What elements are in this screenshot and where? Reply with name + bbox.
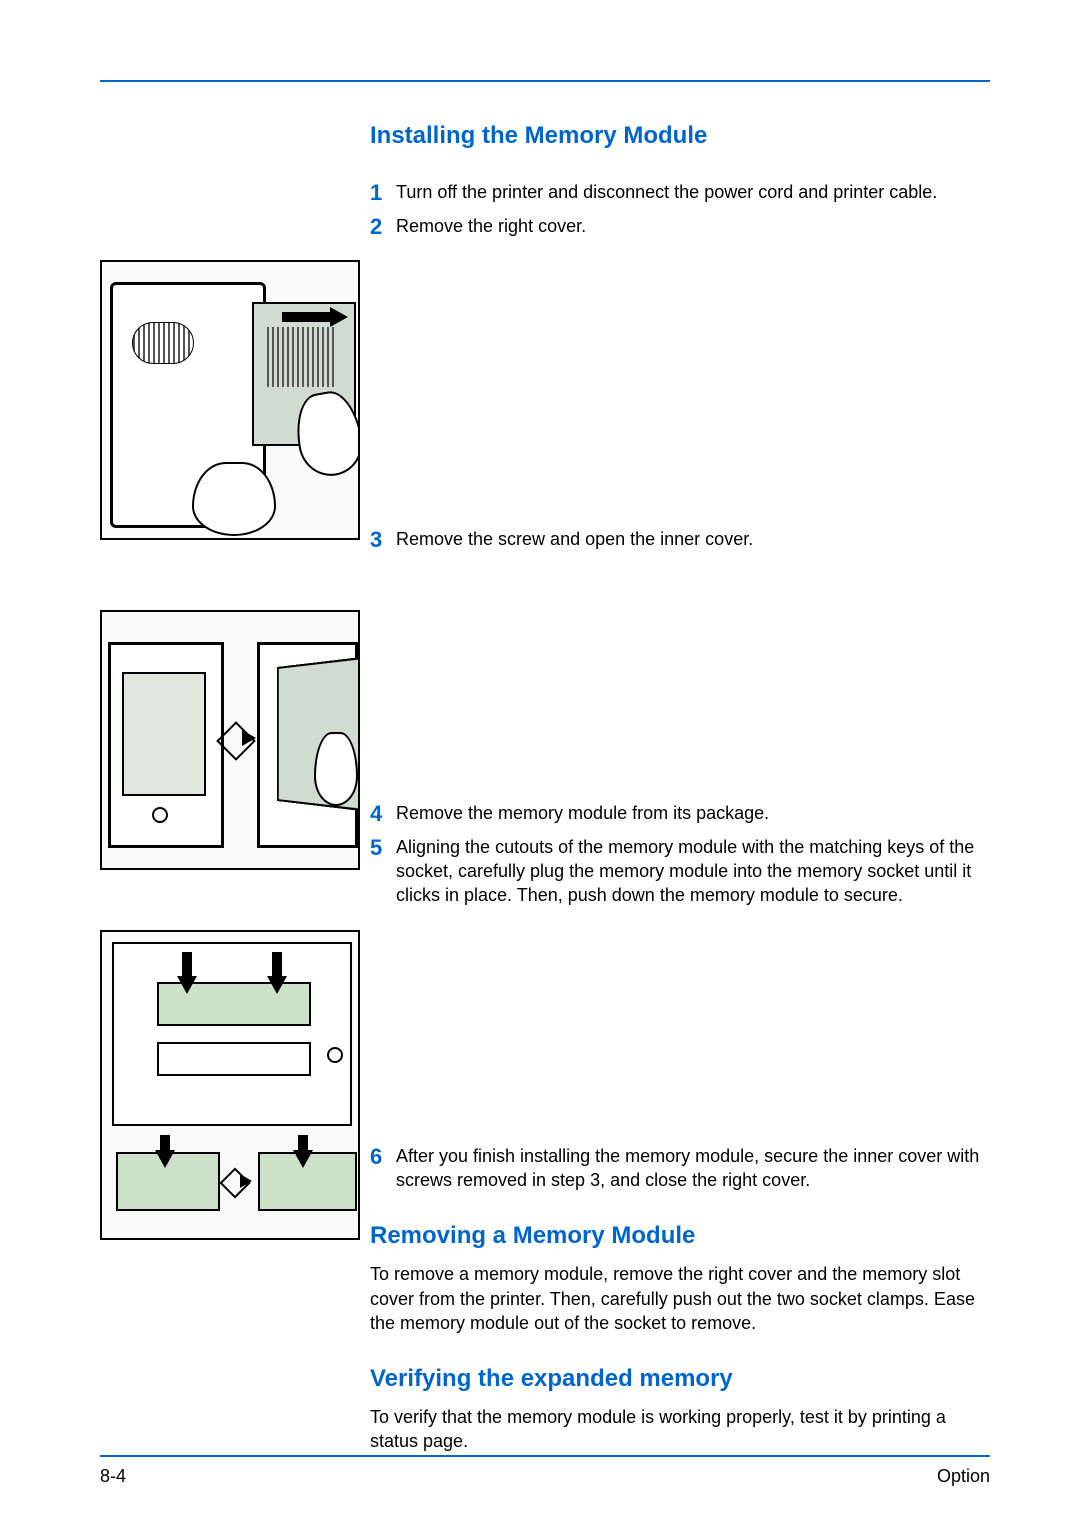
page-footer: 8-4 Option (100, 1466, 990, 1487)
figure-remove-right-cover (100, 260, 360, 540)
step-number: 3 (370, 525, 396, 555)
figure-spacer (370, 561, 990, 801)
figure-spacer (370, 914, 990, 1144)
step-number: 5 (370, 833, 396, 863)
step-text: Turn off the printer and disconnect the … (396, 180, 990, 204)
step-number: 4 (370, 799, 396, 829)
step-text: Remove the right cover. (396, 214, 990, 238)
bottom-rule (100, 1455, 990, 1457)
verifying-paragraph: To verify that the memory module is work… (370, 1405, 990, 1454)
figure-open-inner-cover (100, 610, 360, 870)
heading-installing: Installing the Memory Module (370, 122, 990, 150)
step-6: 6 After you finish installing the memory… (370, 1144, 990, 1193)
step-3: 3 Remove the screw and open the inner co… (370, 527, 990, 555)
figure-insert-memory-module (100, 930, 360, 1240)
step-number: 2 (370, 212, 396, 242)
section-label: Option (937, 1466, 990, 1487)
step-number: 1 (370, 178, 396, 208)
step-4: 4 Remove the memory module from its pack… (370, 801, 990, 829)
step-1: 1 Turn off the printer and disconnect th… (370, 180, 990, 208)
heading-removing: Removing a Memory Module (370, 1222, 990, 1250)
removing-paragraph: To remove a memory module, remove the ri… (370, 1262, 990, 1335)
step-text: Aligning the cutouts of the memory modul… (396, 835, 990, 908)
step-text: Remove the memory module from its packag… (396, 801, 990, 825)
step-5: 5 Aligning the cutouts of the memory mod… (370, 835, 990, 908)
step-number: 6 (370, 1142, 396, 1172)
page-number: 8-4 (100, 1466, 126, 1487)
figure-spacer (370, 247, 990, 527)
step-text: After you finish installing the memory m… (396, 1144, 990, 1193)
step-2: 2 Remove the right cover. (370, 214, 990, 242)
step-text: Remove the screw and open the inner cove… (396, 527, 990, 551)
top-rule (100, 80, 990, 82)
heading-verifying: Verifying the expanded memory (370, 1365, 990, 1393)
